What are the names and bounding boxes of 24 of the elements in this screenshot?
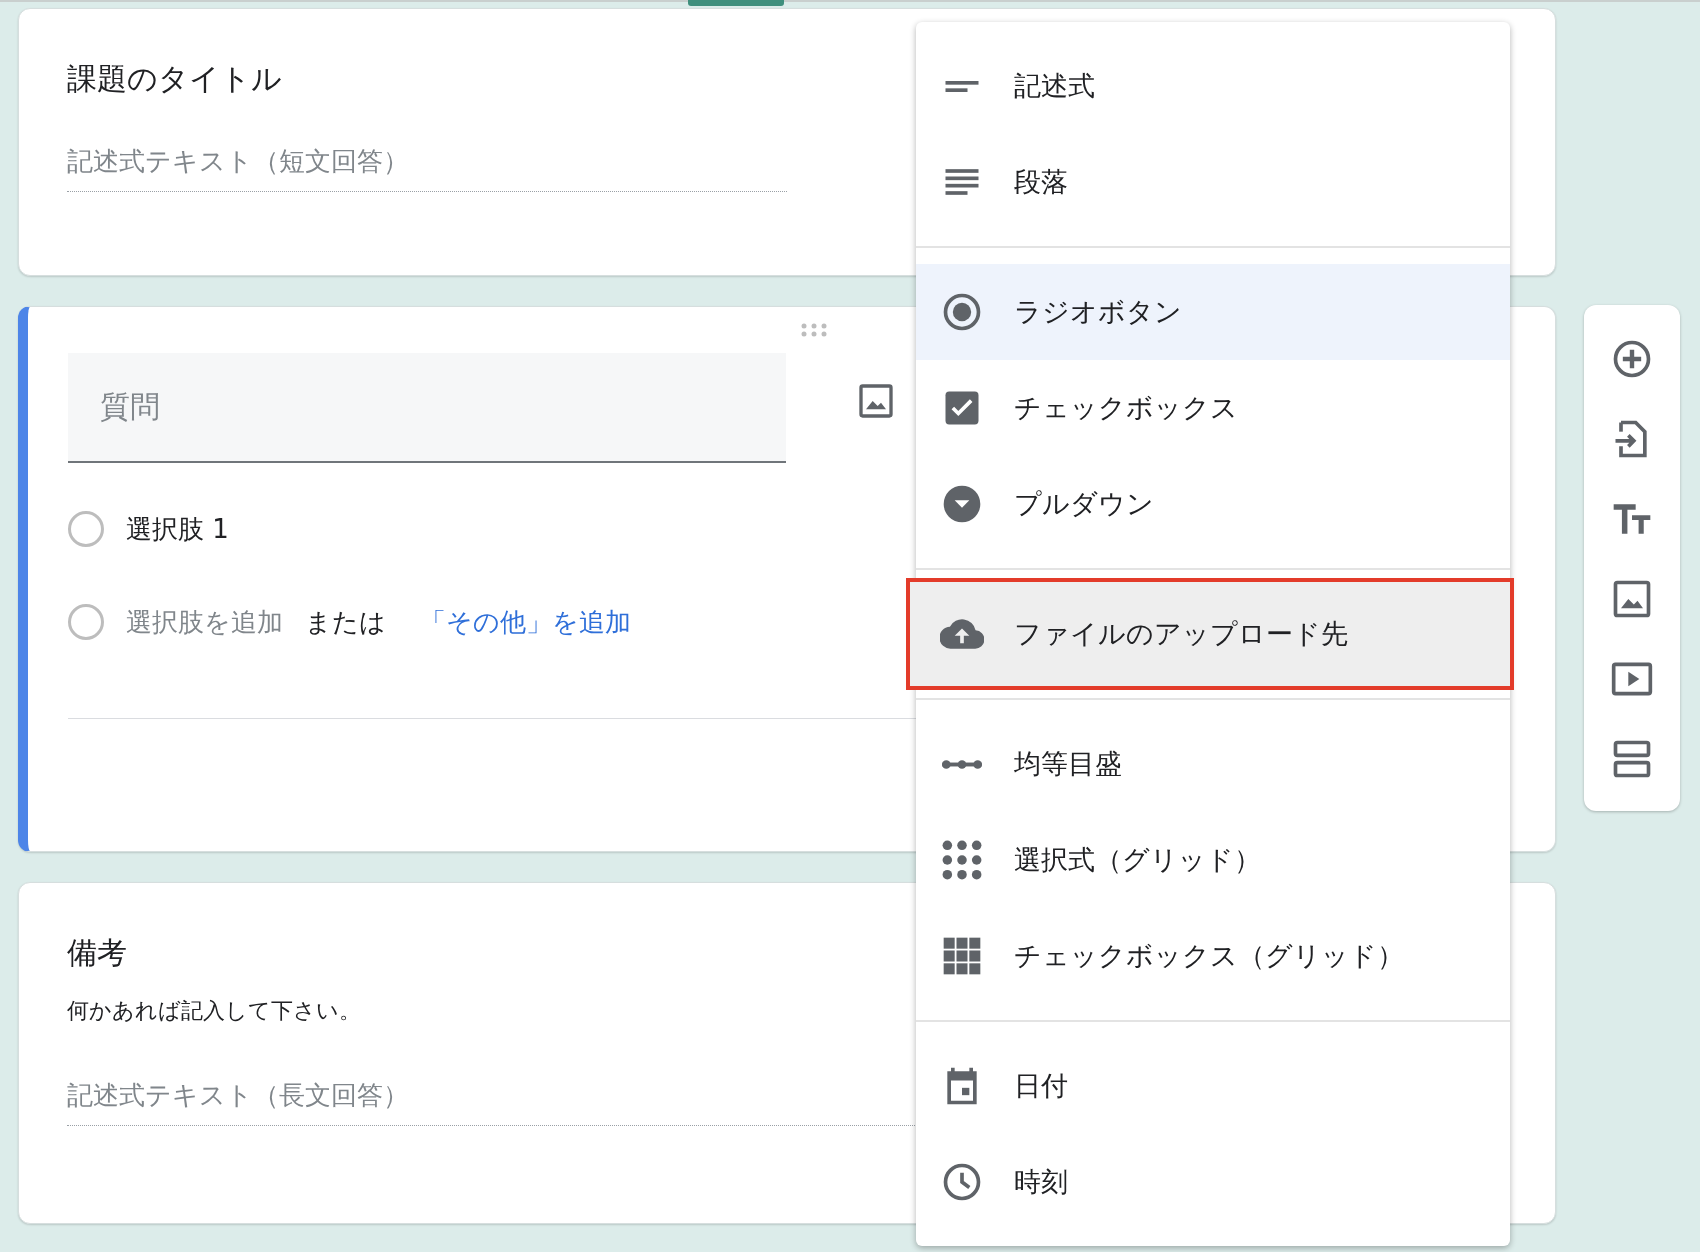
menu-item[interactable]: 段落	[916, 134, 1510, 230]
or-text: または	[305, 605, 386, 639]
menu-item[interactable]: 時刻	[916, 1134, 1510, 1230]
menu-item[interactable]: 記述式	[916, 38, 1510, 134]
menu-item[interactable]: 選択式（グリッド）	[916, 812, 1510, 908]
radio-circle[interactable]	[68, 511, 104, 547]
option-label[interactable]: 選択肢 1	[126, 511, 229, 547]
form-title: 課題のタイトル	[67, 60, 282, 98]
add-other-link[interactable]: 「その他」を追加	[420, 604, 631, 640]
menu-item[interactable]: 日付	[916, 1038, 1510, 1134]
menu-item[interactable]: ラジオボタン	[916, 264, 1510, 360]
radio-circle	[68, 604, 104, 640]
short-answer-icon	[945, 80, 979, 92]
menu-item[interactable]: プルダウン	[916, 456, 1510, 552]
section-title: 備考	[67, 934, 127, 972]
menu-item[interactable]: チェックボックス	[916, 360, 1510, 456]
add-option-text[interactable]: 選択肢を追加	[126, 604, 283, 640]
menu-item[interactable]: 均等目盛	[916, 716, 1510, 812]
dot-grid-icon	[940, 838, 984, 882]
add-image-button[interactable]	[856, 381, 896, 421]
short-answer-field: 記述式テキスト（短文回答）	[67, 144, 787, 192]
menu-item[interactable]: チェックボックス（グリッド）	[916, 908, 1510, 1004]
linear-scale-icon	[942, 759, 982, 769]
section-description: 何かあれば記入して下さい。	[67, 997, 362, 1025]
